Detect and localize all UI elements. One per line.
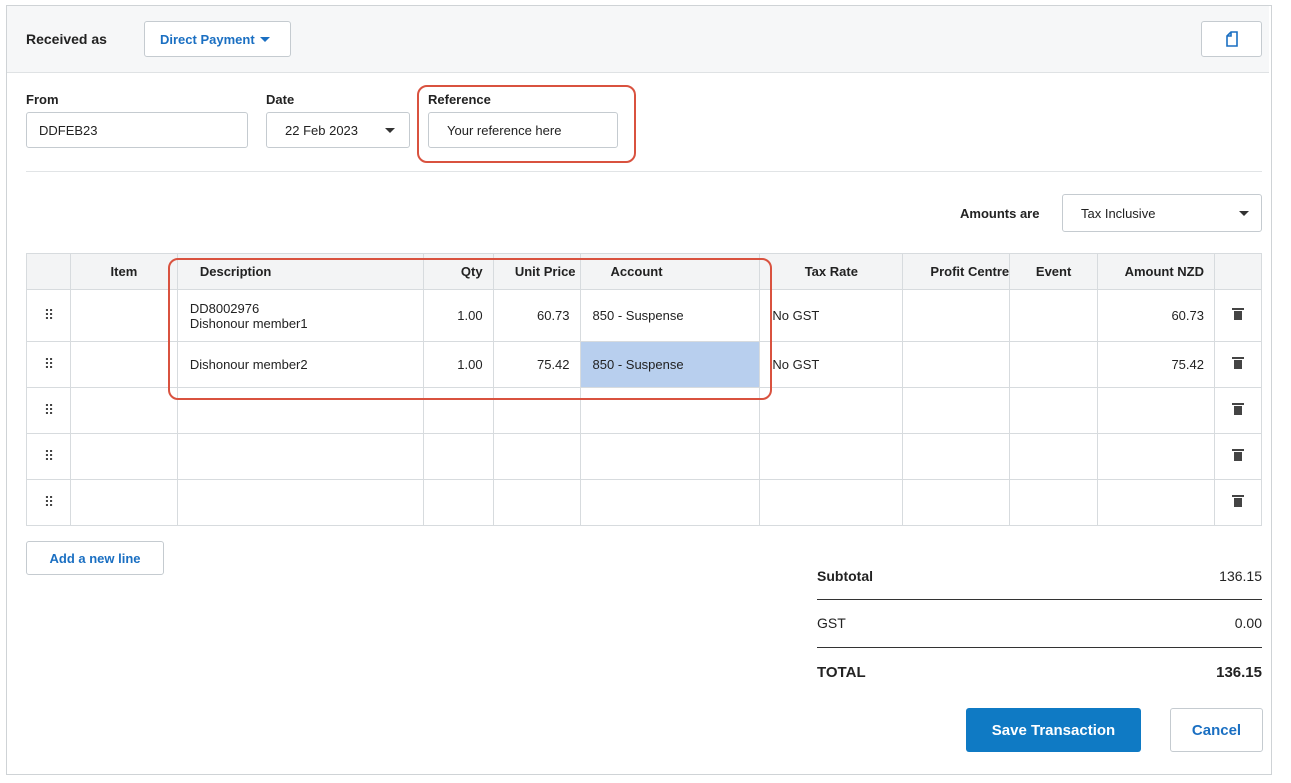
delete-header (1214, 253, 1262, 290)
chevron-down-icon (1239, 211, 1249, 216)
document-icon (1225, 31, 1238, 47)
qty-cell[interactable] (422, 479, 494, 526)
item-cell[interactable] (69, 289, 178, 342)
event-cell[interactable] (1009, 341, 1099, 388)
divider (26, 171, 1262, 172)
received-as-value: Direct Payment (160, 31, 255, 47)
event-cell[interactable] (1009, 387, 1099, 434)
drag-handle-icon[interactable]: ⠿ (26, 387, 71, 434)
profit-centre-header: Profit Centre (902, 253, 1011, 290)
item-cell[interactable] (69, 387, 178, 434)
from-value: DDFEB23 (39, 122, 98, 138)
unit-price-cell[interactable] (492, 433, 581, 480)
trash-icon (1232, 357, 1244, 369)
gst-label: GST (817, 615, 846, 631)
tax-rate-cell[interactable] (759, 433, 904, 480)
drag-handle-icon[interactable]: ⠿ (26, 433, 71, 480)
tax-rate-header: Tax Rate (759, 253, 904, 290)
item-header: Item (69, 253, 178, 290)
event-header: Event (1009, 253, 1099, 290)
delete-row-button[interactable] (1214, 387, 1262, 434)
date-value: 22 Feb 2023 (285, 122, 359, 138)
amount-header: Amount NZD (1097, 253, 1215, 290)
date-label: Date (266, 92, 295, 107)
qty-cell[interactable] (422, 433, 494, 480)
gst-divider (817, 647, 1262, 648)
subtotal-divider (817, 599, 1262, 600)
profit-centre-cell[interactable] (902, 433, 1011, 480)
description-cell[interactable] (176, 433, 424, 480)
reference-highlight (417, 85, 636, 163)
date-input[interactable]: 22 Feb 2023 (266, 112, 410, 148)
trash-icon (1232, 495, 1244, 507)
chevron-down-icon (259, 36, 270, 42)
delete-row-button[interactable] (1214, 289, 1262, 342)
delete-row-button[interactable] (1214, 433, 1262, 480)
profit-centre-cell[interactable] (902, 479, 1011, 526)
total-label: TOTAL (817, 664, 866, 681)
line-items-highlight (168, 258, 772, 400)
amount-cell[interactable]: 60.73 (1097, 289, 1215, 342)
drag-handle-icon[interactable]: ⠿ (26, 341, 71, 388)
account-cell[interactable] (579, 479, 761, 526)
subtotal-label: Subtotal (817, 568, 873, 584)
unit-price-cell[interactable] (492, 479, 581, 526)
tax-rate-cell[interactable] (759, 479, 904, 526)
total-value: 136.15 (1216, 664, 1262, 681)
description-cell[interactable] (176, 479, 424, 526)
tax-rate-cell[interactable]: No GST (759, 341, 904, 388)
received-as-label: Received as (26, 31, 107, 47)
item-cell[interactable] (69, 479, 178, 526)
item-cell[interactable] (69, 341, 178, 388)
copy-button[interactable] (1201, 21, 1262, 57)
drag-header (26, 253, 71, 290)
received-as-dropdown[interactable]: Direct Payment (144, 21, 291, 57)
from-input[interactable]: DDFEB23 (26, 112, 248, 148)
event-cell[interactable] (1009, 289, 1099, 342)
trash-icon (1232, 403, 1244, 415)
amount-cell[interactable] (1097, 387, 1215, 434)
item-cell[interactable] (69, 433, 178, 480)
subtotal-value: 136.15 (1219, 568, 1262, 584)
account-cell[interactable] (579, 433, 761, 480)
delete-row-button[interactable] (1214, 479, 1262, 526)
drag-handle-icon[interactable]: ⠿ (26, 289, 71, 342)
trash-icon (1232, 449, 1244, 461)
event-cell[interactable] (1009, 479, 1099, 526)
add-new-line-button[interactable]: Add a new line (26, 541, 164, 575)
table-row-empty[interactable]: ⠿ (26, 479, 1262, 526)
tax-rate-cell[interactable] (759, 387, 904, 434)
tax-rate-cell[interactable]: No GST (759, 289, 904, 342)
amounts-are-label: Amounts are (960, 206, 1040, 221)
from-label: From (26, 92, 59, 107)
event-cell[interactable] (1009, 433, 1099, 480)
cancel-button[interactable]: Cancel (1170, 708, 1263, 752)
gst-value: 0.00 (1234, 615, 1262, 631)
amount-cell[interactable]: 75.42 (1097, 341, 1215, 388)
profit-centre-cell[interactable] (902, 289, 1011, 342)
amount-cell[interactable] (1097, 433, 1215, 480)
table-row-empty[interactable]: ⠿ (26, 433, 1262, 480)
amounts-are-value: Tax Inclusive (1081, 205, 1156, 221)
drag-handle-icon[interactable]: ⠿ (26, 479, 71, 526)
trash-icon (1232, 308, 1244, 320)
amount-cell[interactable] (1097, 479, 1215, 526)
save-transaction-button[interactable]: Save Transaction (966, 708, 1141, 752)
delete-row-button[interactable] (1214, 341, 1262, 388)
profit-centre-cell[interactable] (902, 341, 1011, 388)
profit-centre-cell[interactable] (902, 387, 1011, 434)
amounts-are-select[interactable]: Tax Inclusive (1062, 194, 1262, 232)
chevron-down-icon[interactable] (385, 128, 395, 133)
